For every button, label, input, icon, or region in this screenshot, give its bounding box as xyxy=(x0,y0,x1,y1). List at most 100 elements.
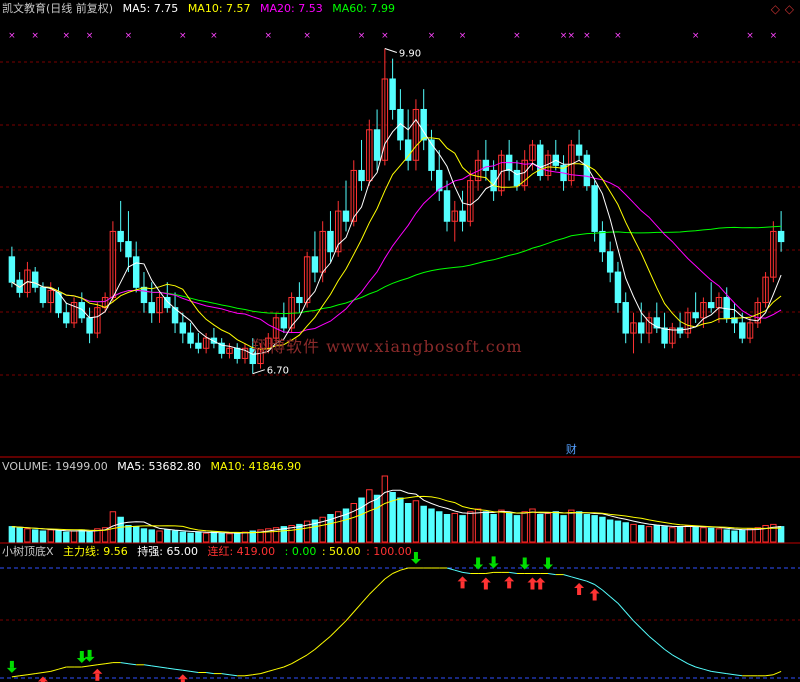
green-down-arrow xyxy=(410,559,421,564)
volume-bar-down xyxy=(723,529,730,543)
volume-bar-down xyxy=(606,519,614,543)
volume-bar-up xyxy=(529,508,536,543)
main-line-segment xyxy=(345,611,355,622)
volume-bar-up xyxy=(366,489,373,543)
low-marker-line xyxy=(252,369,265,375)
down-candle xyxy=(8,256,16,283)
volume-bar-down xyxy=(591,515,598,543)
green-down-arrow xyxy=(491,556,496,564)
low-price-label: 6.70 xyxy=(267,366,289,377)
down-candle xyxy=(78,302,86,319)
main-line-segment xyxy=(97,663,106,666)
volume-bar-down xyxy=(148,529,155,543)
volume-bar-down xyxy=(218,532,225,543)
main-line-segment xyxy=(664,648,673,656)
volume-bar-up xyxy=(451,512,458,543)
main-line-segment xyxy=(640,628,650,637)
main-line-segment xyxy=(268,668,277,672)
volume-bar-down xyxy=(661,526,668,543)
red-up-arrow xyxy=(483,582,488,590)
volume-bar-up xyxy=(521,511,528,543)
down-candle xyxy=(606,251,614,273)
main-line-segment xyxy=(765,674,774,677)
green-down-arrow xyxy=(522,557,527,565)
green-down-arrow xyxy=(476,557,481,565)
red-up-arrow xyxy=(577,588,582,595)
main-line-segment xyxy=(578,578,588,582)
cross-marker: × xyxy=(692,31,700,41)
down-candle xyxy=(692,312,699,319)
volume-bar-down xyxy=(490,514,497,543)
cross-marker: × xyxy=(614,31,622,41)
volume-bar-down xyxy=(39,530,47,543)
main-line-segment xyxy=(656,642,665,650)
red-up-arrow xyxy=(37,676,48,682)
volume-bar-down xyxy=(140,528,148,543)
main-line-segment xyxy=(695,666,704,670)
green-down-arrow xyxy=(543,564,554,570)
main-line-segment xyxy=(283,663,292,668)
down-candle xyxy=(777,230,785,243)
down-candle xyxy=(311,256,319,273)
main-line-segment xyxy=(260,670,269,675)
main-line-segment xyxy=(89,664,98,667)
main-line-segment xyxy=(275,666,284,670)
main-line-segment xyxy=(353,602,362,613)
main-line-segment xyxy=(314,642,324,650)
volume-bar-down xyxy=(179,531,187,543)
volume-bar-up xyxy=(226,533,233,543)
volume-bar-down xyxy=(552,511,560,543)
cross-marker: × xyxy=(746,31,754,41)
volume-bar-down xyxy=(739,529,746,543)
volume-bar-down xyxy=(777,526,785,543)
cross-marker: × xyxy=(265,31,273,41)
volume-bar-up xyxy=(467,511,474,543)
volume-bar-down xyxy=(86,531,93,543)
down-candle xyxy=(327,230,334,253)
volume-bar-down xyxy=(622,522,629,543)
down-candle xyxy=(31,271,39,288)
volume-bar-down xyxy=(132,526,140,543)
volume-bar-down xyxy=(638,525,645,543)
volume-bar-up xyxy=(544,512,552,543)
volume-bar-down xyxy=(583,514,591,543)
volume-bar-down xyxy=(482,511,490,543)
volume-bar-up xyxy=(700,527,707,543)
main-line-segment xyxy=(392,569,401,574)
diamond-icon[interactable]: ◇ xyxy=(771,2,780,16)
volume-bar-up xyxy=(630,523,637,543)
volume-bar-up xyxy=(70,530,78,543)
red-up-arrow xyxy=(92,668,103,674)
main-line-segment xyxy=(773,670,782,676)
down-candle xyxy=(575,144,583,156)
down-candle xyxy=(140,286,148,304)
green-down-arrow xyxy=(9,660,14,668)
volume-bar-up xyxy=(412,500,420,543)
diamond-icon[interactable]: ◇ xyxy=(785,2,794,16)
red-up-arrow xyxy=(457,576,468,582)
main-line-segment xyxy=(563,574,572,578)
down-candle xyxy=(179,322,187,334)
volume-bar-down xyxy=(575,511,583,543)
volume-bar-up xyxy=(381,475,389,543)
down-candle xyxy=(482,159,490,171)
main-line-segment xyxy=(252,673,261,676)
main-line-segment xyxy=(509,571,518,574)
volume-bar-down xyxy=(443,514,451,543)
cross-marker: × xyxy=(210,31,218,41)
main-line-segment xyxy=(291,658,300,665)
red-up-arrow xyxy=(480,577,491,583)
down-candle xyxy=(296,296,303,304)
volume-bar-down xyxy=(210,531,218,543)
finance-marker: 财 xyxy=(566,442,577,456)
volume-bar-up xyxy=(568,509,575,543)
main-line-segment xyxy=(633,620,642,629)
main-line-segment xyxy=(299,654,308,660)
red-up-arrow xyxy=(574,583,585,588)
main-line-segment xyxy=(35,672,44,675)
high-price-label: 9.90 xyxy=(399,48,421,59)
cross-marker: × xyxy=(86,31,94,41)
down-candle xyxy=(39,286,47,304)
ma5-line xyxy=(11,118,782,355)
volume-ma5-value: MA5: 53682.80 xyxy=(117,460,201,473)
